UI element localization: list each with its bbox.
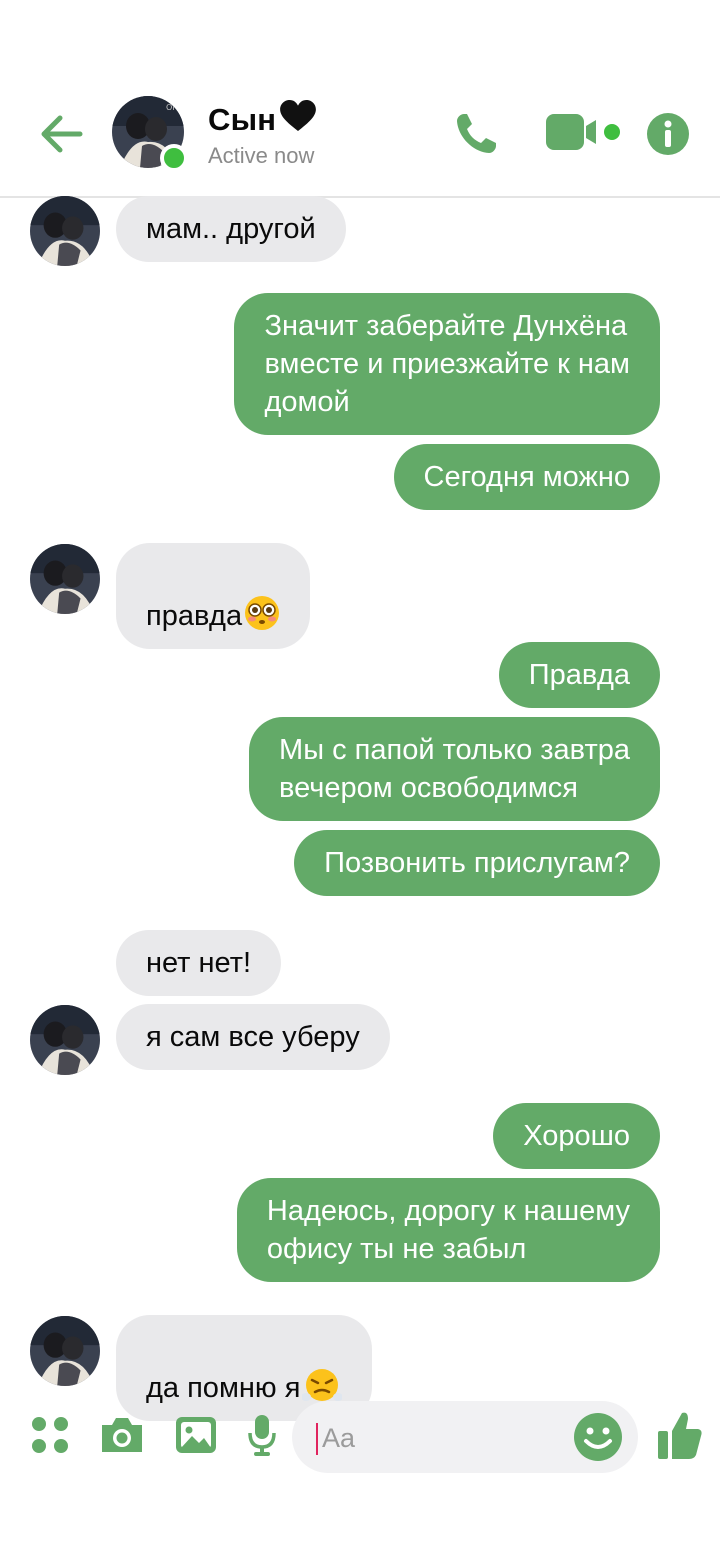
video-camera-icon[interactable] — [544, 110, 626, 156]
info-icon[interactable] — [646, 112, 690, 156]
flushed-face-emoji — [245, 596, 280, 630]
message-text: Сегодня можно — [423, 461, 630, 493]
back-arrow-icon[interactable] — [34, 106, 90, 162]
phone-icon[interactable] — [452, 110, 500, 158]
text-caret — [316, 1423, 318, 1455]
message-outgoing[interactable]: Значит заберайте Дунхёна вместе и приезж… — [234, 293, 660, 435]
message-incoming[interactable]: мам.. другой — [116, 196, 346, 262]
message-text: Хорошо — [523, 1120, 630, 1152]
message-list[interactable]: мам.. другой Значит заберайте Дунхёна вм… — [0, 196, 720, 1421]
message-text: Позвонить прислугам? — [324, 847, 630, 879]
message-outgoing[interactable]: Правда — [498, 642, 660, 708]
message-text: Правда — [528, 659, 630, 691]
sender-avatar[interactable] — [30, 1316, 100, 1386]
black-heart-icon — [280, 100, 317, 132]
thumbs-up-icon[interactable] — [656, 1409, 704, 1461]
sender-avatar[interactable] — [30, 196, 100, 266]
message-incoming[interactable]: я сам все уберу — [116, 1004, 390, 1070]
conversation-header: OH Сын Active now — [0, 0, 720, 198]
message-text: нет нет! — [146, 947, 252, 979]
message-incoming[interactable]: нет нет! — [116, 930, 282, 996]
message-text: Значит заберайте Дунхёна вместе и приезж… — [264, 310, 630, 418]
camera-icon[interactable] — [98, 1415, 146, 1455]
message-text: я сам все уберу — [146, 1021, 360, 1053]
gallery-icon[interactable] — [174, 1415, 218, 1455]
svg-text:OH: OH — [166, 103, 178, 112]
message-outgoing[interactable]: Надеюсь, дорогу к нашему офису ты не заб… — [236, 1178, 660, 1282]
sender-avatar[interactable] — [30, 544, 100, 614]
message-text: Надеюсь, дорогу к нашему офису ты не заб… — [266, 1195, 630, 1265]
message-input-placeholder: Aa — [322, 1423, 356, 1453]
message-outgoing[interactable]: Хорошо — [493, 1103, 660, 1169]
message-composer: Aa — [0, 1395, 720, 1480]
message-outgoing[interactable]: Позвонить прислугам? — [294, 830, 660, 896]
message-input[interactable]: Aa — [292, 1401, 638, 1473]
contact-avatar[interactable]: OH — [112, 96, 188, 172]
message-text: мам.. другой — [146, 213, 316, 245]
message-incoming[interactable]: правда — [116, 543, 311, 649]
microphone-icon[interactable] — [246, 1413, 278, 1457]
apps-grid-icon[interactable] — [30, 1415, 70, 1455]
online-indicator — [160, 144, 188, 172]
message-outgoing[interactable]: Мы с папой только завтра вечером освобод… — [249, 717, 660, 821]
emoji-smile-icon[interactable] — [572, 1411, 624, 1463]
message-outgoing[interactable]: Сегодня можно — [393, 444, 660, 510]
sender-avatar[interactable] — [30, 1005, 100, 1075]
presence-status: Active now — [208, 143, 315, 168]
contact-name: Сын — [208, 102, 277, 137]
contact-title[interactable]: Сын — [208, 100, 318, 138]
message-text: правда — [146, 600, 243, 632]
message-text: Мы с папой только завтра вечером освобод… — [279, 734, 630, 804]
